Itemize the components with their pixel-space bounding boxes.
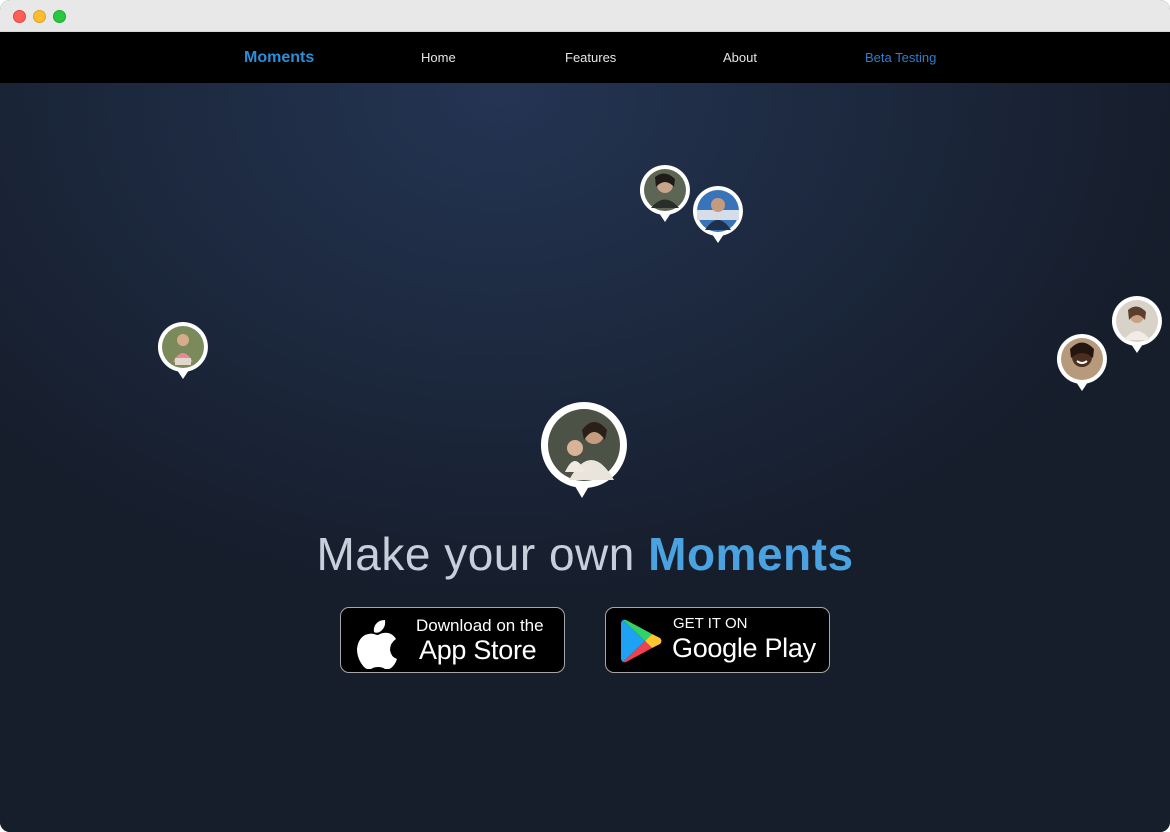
headline-accent: Moments: [648, 528, 854, 580]
window-titlebar: [0, 0, 1170, 32]
featured-avatar-pin: [539, 400, 629, 500]
google-play-small-text: GET IT ON: [673, 615, 748, 632]
maximize-window-button[interactable]: [53, 10, 66, 23]
brand-logo-link[interactable]: Moments: [244, 32, 314, 83]
avatar-pin: [1110, 294, 1164, 356]
nav-link-home[interactable]: Home: [421, 32, 456, 83]
avatar-pin: [638, 163, 692, 225]
minimize-window-button[interactable]: [33, 10, 46, 23]
app-store-big-text: App Store: [419, 635, 537, 665]
app-store-small-text: Download on the: [416, 616, 544, 635]
nav-link-beta-testing[interactable]: Beta Testing: [865, 32, 936, 83]
avatar-pin: [156, 320, 210, 382]
browser-window: Moments Home Features About Beta Testing: [0, 0, 1170, 832]
nav-link-about[interactable]: About: [723, 32, 757, 83]
apple-icon: [357, 620, 397, 669]
app-store-button[interactable]: Download on the App Store: [340, 607, 565, 673]
nav-link-features[interactable]: Features: [565, 32, 616, 83]
avatar-pin: [691, 184, 745, 246]
google-play-icon: [621, 619, 662, 663]
close-window-button[interactable]: [13, 10, 26, 23]
google-play-button[interactable]: GET IT ON Google Play: [605, 607, 830, 673]
avatar-pin: [1055, 332, 1109, 394]
headline-text: Make your own: [316, 528, 635, 580]
google-play-big-text: Google Play: [672, 633, 816, 663]
top-navbar: Moments Home Features About Beta Testing: [0, 32, 1170, 83]
hero-headline: Make your own Moments: [0, 527, 1170, 581]
